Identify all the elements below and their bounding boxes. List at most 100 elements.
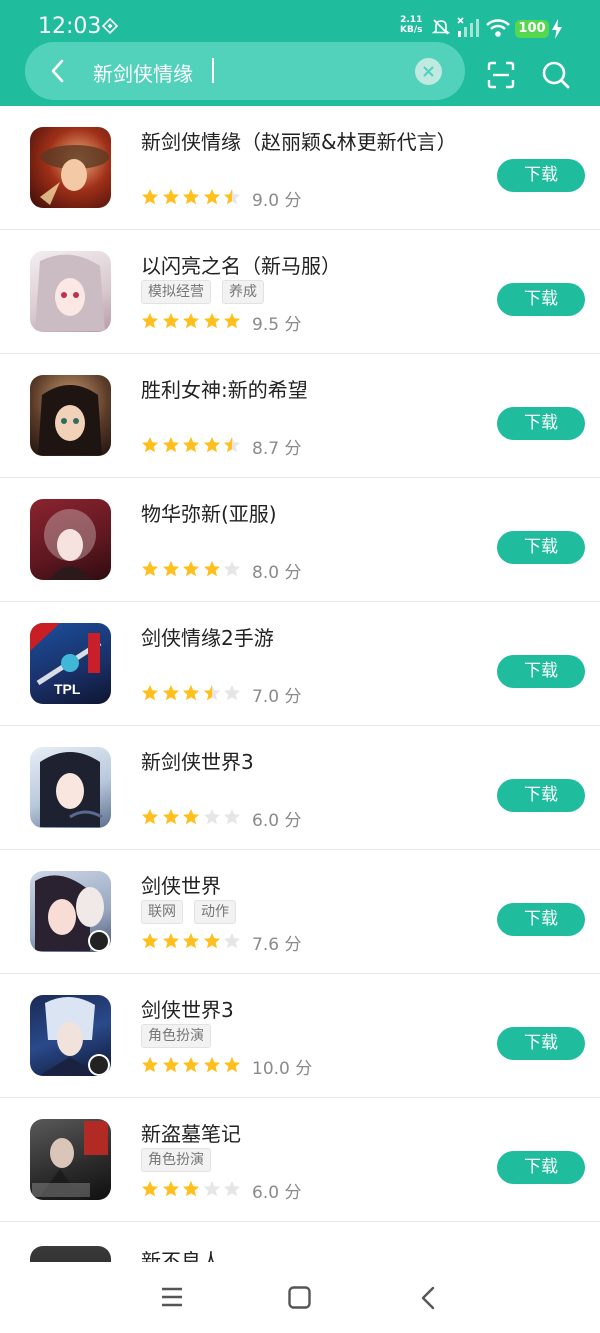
clear-search-button[interactable] (415, 58, 442, 85)
star-icon (224, 437, 240, 453)
search-box[interactable]: 新剑侠情缘 (25, 42, 465, 100)
star-icon (142, 1181, 158, 1197)
star-icon (142, 561, 158, 577)
star-icon (183, 1057, 199, 1073)
app-name[interactable]: 新剑侠世界3 (141, 746, 254, 775)
search-results-list[interactable]: 新剑侠情缘（赵丽颖&林更新代言） 9.0 分 下载 以闪亮之名（新马服） 模拟经… (0, 106, 600, 1262)
star-icon (203, 1181, 220, 1197)
star-icon (224, 1181, 240, 1197)
star-rating (141, 1056, 244, 1074)
menu-icon[interactable] (161, 1286, 183, 1308)
star-icon (224, 189, 240, 205)
star-icon (224, 313, 240, 329)
speed-unit: KB/s (400, 25, 423, 35)
home-icon[interactable] (288, 1286, 311, 1309)
scan-icon[interactable] (487, 61, 515, 89)
app-name[interactable]: 剑侠世界3 (141, 994, 234, 1023)
result-row[interactable]: 新不良人 (0, 1222, 600, 1262)
star-icon (142, 189, 158, 205)
app-icon[interactable] (30, 1119, 111, 1200)
download-button[interactable]: 下载 (497, 283, 585, 316)
star-icon (142, 437, 158, 453)
tag[interactable]: 角色扮演 (141, 1024, 211, 1048)
download-button[interactable]: 下载 (497, 903, 585, 936)
star-rating (141, 188, 244, 206)
app-icon[interactable] (30, 375, 111, 456)
result-row[interactable]: 新剑侠情缘（赵丽颖&林更新代言） 9.0 分 下载 (0, 106, 600, 230)
rating-score: 7.6 分 (252, 935, 302, 955)
app-icon[interactable] (30, 251, 111, 332)
star-rating (141, 436, 244, 454)
rating-score: 6.0 分 (252, 1183, 302, 1203)
app-name[interactable]: 新不良人 (141, 1245, 221, 1262)
app-icon[interactable] (30, 499, 111, 580)
tag[interactable]: 模拟经营 (141, 280, 211, 304)
tag[interactable]: 动作 (194, 900, 236, 924)
star-rating (141, 932, 244, 950)
star-rating (141, 1180, 244, 1198)
download-button[interactable]: 下载 (497, 779, 585, 812)
wifi-icon (486, 19, 510, 37)
download-button[interactable]: 下载 (497, 159, 585, 192)
result-row[interactable]: 剑侠世界3 角色扮演 10.0 分 下载 (0, 974, 600, 1098)
search-icon[interactable] (541, 60, 571, 90)
tag[interactable]: 养成 (222, 280, 264, 304)
app-name[interactable]: 物华弥新(亚服) (141, 498, 277, 527)
star-icon (142, 933, 158, 949)
star-icon (183, 437, 199, 453)
app-name[interactable]: 以闪亮之名（新马服） (141, 250, 341, 279)
character-art-icon (40, 752, 103, 827)
search-input[interactable]: 新剑侠情缘 (93, 58, 193, 87)
app-icon[interactable] (30, 1246, 111, 1262)
app-name[interactable]: 新剑侠情缘（赵丽颖&林更新代言） (141, 126, 457, 155)
star-icon (162, 313, 179, 329)
app-icon[interactable] (30, 127, 111, 208)
star-icon (224, 1057, 240, 1073)
star-icon (183, 933, 199, 949)
result-row[interactable]: 新剑侠世界3 6.0 分 下载 (0, 726, 600, 850)
app-name[interactable]: 剑侠世界 (141, 870, 221, 899)
rating-score: 7.0 分 (252, 687, 302, 707)
rating-score: 8.0 分 (252, 563, 302, 583)
result-row[interactable]: TPL 剑侠情缘2手游 7.0 分 下载 (0, 602, 600, 726)
star-icon (224, 933, 240, 949)
status-bar: 12:03 2.11 KB/s 100 (0, 0, 600, 40)
tag[interactable]: 联网 (141, 900, 183, 924)
back-icon[interactable] (419, 1286, 437, 1310)
download-button[interactable]: 下载 (497, 655, 585, 688)
result-row[interactable]: 胜利女神:新的希望 8.7 分 下载 (0, 354, 600, 478)
result-row[interactable]: 新盗墓笔记 角色扮演 6.0 分 下载 (0, 1098, 600, 1222)
app-icon[interactable]: TPL (30, 623, 111, 704)
search-header: 新剑侠情缘 (0, 40, 600, 106)
nfc-icon (102, 18, 118, 34)
result-row[interactable]: 以闪亮之名（新马服） 模拟经营 养成 9.5 分 下载 (0, 230, 600, 354)
platform-badge (88, 1054, 110, 1076)
download-button[interactable]: 下载 (497, 531, 585, 564)
star-icon (142, 1057, 158, 1073)
app-name[interactable]: 新盗墓笔记 (141, 1118, 241, 1147)
star-rating (141, 312, 244, 330)
speed-value: 2.11 (400, 15, 423, 25)
rating-score: 6.0 分 (252, 811, 302, 831)
star-icon (224, 809, 240, 825)
result-row[interactable]: 剑侠世界 联网 动作 7.6 分 下载 (0, 850, 600, 974)
app-icon[interactable] (30, 747, 111, 828)
download-button[interactable]: 下载 (497, 1151, 585, 1184)
tag[interactable]: 角色扮演 (141, 1148, 211, 1172)
rating-score: 8.7 分 (252, 439, 302, 459)
star-icon (224, 685, 240, 701)
star-icon (162, 809, 179, 825)
app-name[interactable]: 胜利女神:新的希望 (141, 374, 308, 403)
download-button[interactable]: 下载 (497, 407, 585, 440)
download-button[interactable]: 下载 (497, 1027, 585, 1060)
star-icon (183, 189, 199, 205)
star-icon (162, 189, 179, 205)
back-arrow-icon[interactable] (47, 59, 71, 83)
star-icon (142, 313, 158, 329)
star-icon (183, 313, 199, 329)
rating-score: 9.0 分 (252, 191, 302, 211)
app-name[interactable]: 剑侠情缘2手游 (141, 622, 274, 651)
result-row[interactable]: 物华弥新(亚服) 8.0 分 下载 (0, 478, 600, 602)
character-art-icon (32, 1121, 108, 1199)
mute-bell-icon (431, 19, 451, 35)
